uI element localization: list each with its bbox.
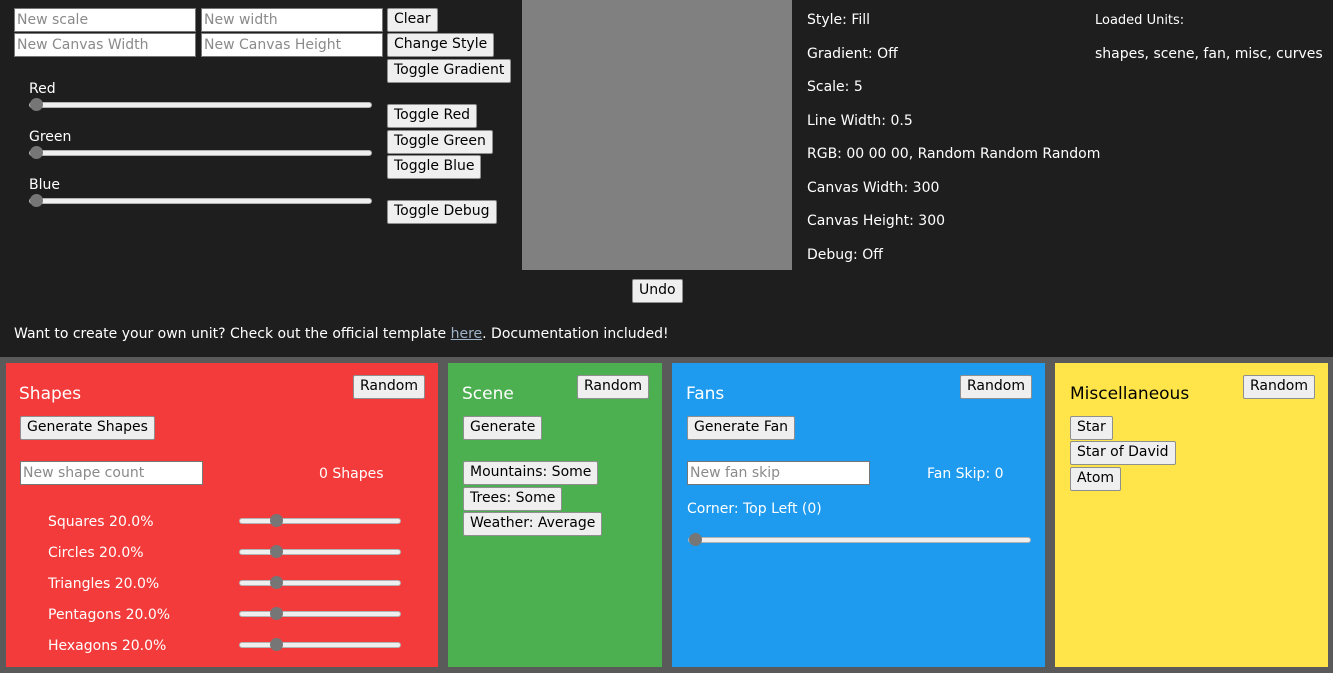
fan-skip-input[interactable] — [687, 461, 870, 485]
shapes-title: Shapes — [19, 384, 82, 404]
loaded-units-title: Loaded Units: — [1095, 13, 1185, 28]
fans-random-button[interactable]: Random — [960, 375, 1032, 399]
red-slider[interactable] — [29, 97, 372, 113]
template-note-after: . Documentation included! — [482, 326, 669, 342]
hexagons-slider[interactable] — [239, 637, 401, 653]
pentagons-slider-thumb[interactable] — [269, 607, 283, 620]
blue-slider-thumb[interactable] — [30, 194, 43, 207]
fan-corner-slider-thumb[interactable] — [689, 533, 702, 546]
gradient-info: Gradient: Off — [807, 46, 898, 62]
red-slider-label: Red — [29, 81, 56, 97]
canvas-height-info: Canvas Height: 300 — [807, 213, 946, 229]
generate-fan-button[interactable]: Generate Fan — [687, 416, 796, 440]
change-style-button[interactable]: Change Style — [387, 33, 495, 57]
shape-count-text: 0 Shapes — [319, 466, 384, 482]
hexagons-slider-thumb[interactable] — [269, 638, 283, 651]
loaded-units-list: shapes, scene, fan, misc, curves — [1095, 46, 1323, 62]
toggle-debug-button[interactable]: Toggle Debug — [387, 200, 497, 224]
scene-title: Scene — [462, 384, 514, 404]
shapes-random-button[interactable]: Random — [353, 375, 425, 399]
weather-toggle-button[interactable]: Weather: Average — [463, 512, 603, 536]
circles-slider[interactable] — [239, 544, 401, 560]
scene-random-button[interactable]: Random — [577, 375, 649, 399]
atom-button[interactable]: Atom — [1070, 467, 1122, 491]
fan-corner-slider[interactable] — [688, 532, 1031, 548]
canvas-height-input[interactable] — [201, 33, 383, 57]
template-link[interactable]: here — [451, 326, 483, 342]
pentagons-label: Pentagons 20.0% — [48, 607, 171, 623]
trees-toggle-button[interactable]: Trees: Some — [463, 487, 563, 511]
clear-button[interactable]: Clear — [387, 8, 438, 32]
mountains-toggle-button[interactable]: Mountains: Some — [463, 461, 599, 485]
red-slider-thumb[interactable] — [30, 98, 43, 111]
green-slider[interactable] — [29, 145, 372, 161]
squares-label: Squares 20.0% — [48, 514, 154, 530]
hexagons-label: Hexagons 20.0% — [48, 638, 167, 654]
generate-shapes-button[interactable]: Generate Shapes — [20, 416, 155, 440]
triangles-label: Triangles 20.0% — [48, 576, 160, 592]
circles-label: Circles 20.0% — [48, 545, 144, 561]
style-info: Style: Fill — [807, 12, 871, 28]
fans-panel: Fans Random Generate Fan Fan Skip: 0 Cor… — [672, 363, 1045, 667]
canvas-width-input[interactable] — [14, 33, 196, 57]
drawing-canvas[interactable] — [522, 0, 792, 270]
triangles-slider[interactable] — [239, 575, 401, 591]
toggle-green-button[interactable]: Toggle Green — [387, 130, 493, 154]
scale-info: Scale: 5 — [807, 79, 863, 95]
misc-title: Miscellaneous — [1070, 384, 1190, 404]
pentagons-slider[interactable] — [239, 606, 401, 622]
scene-panel: Scene Random Generate Mountains: Some Tr… — [448, 363, 662, 667]
star-button[interactable]: Star — [1070, 416, 1113, 440]
fan-skip-text: Fan Skip: 0 — [927, 466, 1004, 482]
units-container: Shapes Random Generate Shapes 0 Shapes S… — [0, 357, 1333, 673]
rgb-info: RGB: 00 00 00, Random Random Random — [807, 146, 1101, 162]
fan-corner-text: Corner: Top Left (0) — [687, 501, 822, 517]
toggle-blue-button[interactable]: Toggle Blue — [387, 155, 482, 179]
shape-count-input[interactable] — [20, 461, 203, 485]
toggle-gradient-button[interactable]: Toggle Gradient — [387, 59, 512, 83]
misc-random-button[interactable]: Random — [1243, 375, 1315, 399]
debug-info: Debug: Off — [807, 247, 883, 263]
green-slider-thumb[interactable] — [30, 146, 43, 159]
toggle-red-button[interactable]: Toggle Red — [387, 104, 478, 128]
line-width-info: Line Width: 0.5 — [807, 113, 913, 129]
template-note-before: Want to create your own unit? Check out … — [14, 326, 451, 342]
canvas-width-info: Canvas Width: 300 — [807, 180, 940, 196]
width-input[interactable] — [201, 8, 383, 32]
squares-slider-thumb[interactable] — [269, 514, 283, 527]
circles-slider-thumb[interactable] — [269, 545, 283, 558]
undo-button[interactable]: Undo — [632, 279, 683, 303]
scene-generate-button[interactable]: Generate — [463, 416, 543, 440]
template-note: Want to create your own unit? Check out … — [14, 326, 669, 342]
star-of-david-button[interactable]: Star of David — [1070, 441, 1176, 465]
shapes-panel: Shapes Random Generate Shapes 0 Shapes S… — [6, 363, 438, 667]
misc-panel: Miscellaneous Random Star Star of David … — [1055, 363, 1328, 667]
scale-input[interactable] — [14, 8, 196, 32]
blue-slider[interactable] — [29, 193, 372, 209]
squares-slider[interactable] — [239, 513, 401, 529]
blue-slider-label: Blue — [29, 177, 60, 193]
fans-title: Fans — [686, 384, 725, 404]
triangles-slider-thumb[interactable] — [269, 576, 283, 589]
green-slider-label: Green — [29, 129, 72, 145]
